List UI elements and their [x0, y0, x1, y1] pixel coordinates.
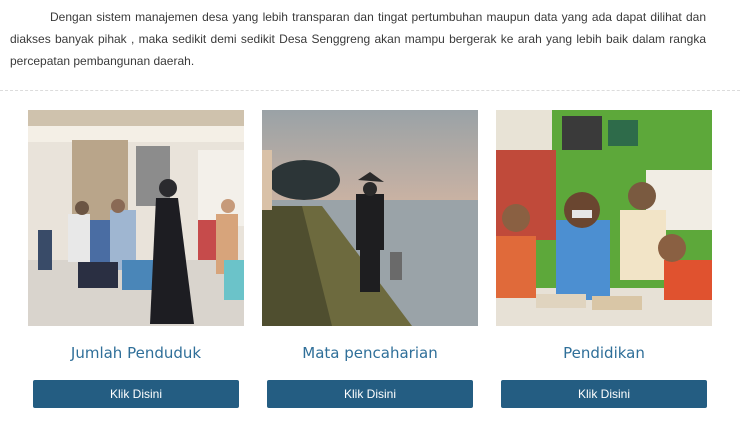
card-title: Mata pencaharian [302, 344, 438, 362]
card-pendidikan: Pendidikan Klik Disini [496, 110, 712, 408]
card-title: Pendidikan [563, 344, 645, 362]
klik-disini-button[interactable]: Klik Disini [267, 380, 473, 408]
section-divider [0, 90, 740, 91]
card-title: Jumlah Penduduk [70, 344, 202, 362]
klik-disini-button[interactable]: Klik Disini [33, 380, 239, 408]
card-mata-pencaharian: Mata pencaharian Klik Disini [262, 110, 478, 408]
photo-farmer-rice-field [262, 110, 478, 326]
intro-paragraph: Dengan sistem manajemen desa yang lebih … [10, 10, 706, 68]
klik-disini-button[interactable]: Klik Disini [501, 380, 707, 408]
card-jumlah-penduduk: Jumlah Penduduk Klik Disini [28, 110, 244, 408]
photo-classroom-children [496, 110, 712, 326]
photo-population-meeting [28, 110, 244, 326]
